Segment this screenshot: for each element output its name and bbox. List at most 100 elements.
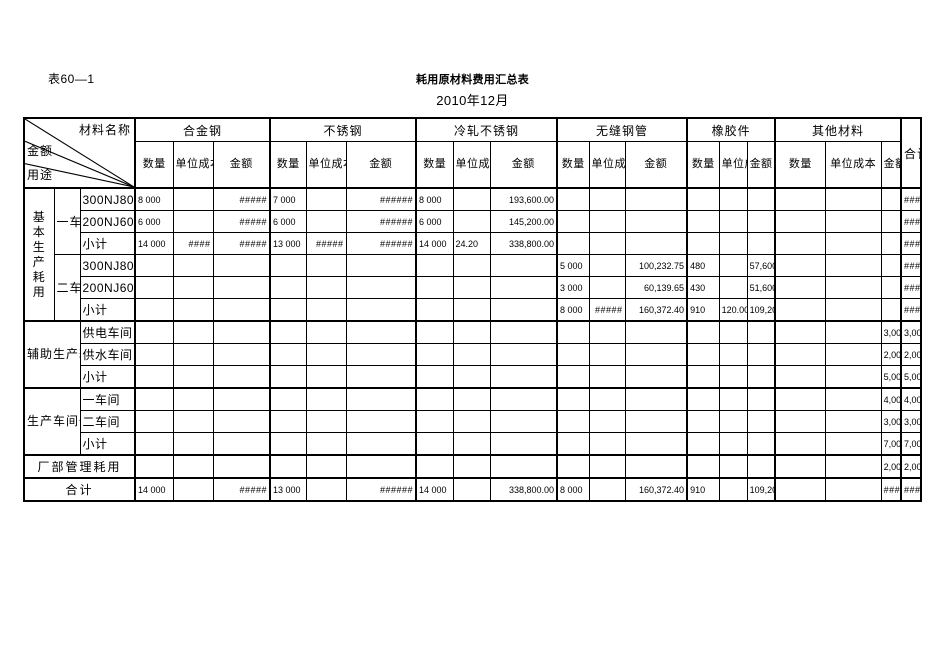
table-cell [824, 387, 882, 411]
table-cell [134, 410, 174, 433]
table-cell: ##### [900, 298, 922, 322]
table-cell: 8 000 [556, 477, 590, 502]
table-cell [269, 276, 307, 299]
table-cell [134, 365, 174, 389]
table-cell [746, 454, 776, 479]
table-cell: 5,000 [880, 365, 902, 389]
table-cell [824, 454, 882, 479]
table-cell [624, 187, 688, 211]
table-cell: ##### [212, 477, 271, 502]
table-cell [774, 187, 826, 211]
table-cell [172, 210, 214, 233]
table-cell [588, 187, 626, 211]
table-cell [718, 477, 748, 502]
table-cell: 3,000.00 [900, 410, 922, 433]
table-row: 二车间 300NJ80 5 000 100,232.75480 57,600.00 #… [24, 254, 922, 322]
table-cell: 2,000.00 [900, 343, 922, 366]
table-cell [489, 410, 558, 433]
table-cell [588, 254, 626, 277]
table-cell: 109,200.00 [746, 477, 776, 502]
table-cell [134, 343, 174, 366]
subheader-3-unit: 单位成本 [588, 141, 626, 189]
table-cell: 3,000.00 [900, 320, 922, 344]
table-cell [588, 387, 626, 411]
table-cell [824, 410, 882, 433]
table-cell [489, 254, 558, 277]
table-cell [305, 410, 347, 433]
table-cell [880, 254, 902, 277]
table-cell [452, 477, 491, 502]
table-cell [415, 343, 454, 366]
table-cell: ##### [900, 477, 922, 502]
table-cell [489, 343, 558, 366]
table-cell [415, 432, 454, 456]
column-group-header-4: 橡胶件 [686, 117, 776, 142]
row-label-item: 200NJ60 [79, 276, 136, 299]
table-cell: 8 000 [134, 187, 174, 211]
table-cell [588, 210, 626, 233]
table-cell [880, 210, 902, 233]
table-cell: ###### [345, 210, 417, 233]
table-cell: 2,000 [880, 343, 902, 366]
table-cell [269, 254, 307, 277]
table-cell [172, 387, 214, 411]
subheader-1-amt: 金额 [345, 141, 417, 189]
table-cell [686, 454, 720, 479]
table-cell [269, 298, 307, 322]
table-cell [305, 365, 347, 389]
header-sub-row: 数量 单位成本 金额 数量 单位成本 金额 数量 单位成本 金额 数量 单位成本… [24, 141, 921, 189]
table-cell: ##### [212, 232, 271, 255]
table-cell [746, 210, 776, 233]
table-cell: ##### [212, 210, 271, 233]
table-cell: ###### [345, 232, 417, 255]
table-cell [452, 387, 491, 411]
table-cell [269, 410, 307, 433]
table-cell: 51,600.00 [746, 276, 776, 299]
corner-usage-label: 用途 [27, 168, 54, 182]
table-cell [172, 432, 214, 456]
table-cell [746, 432, 776, 456]
table-cell [556, 210, 590, 233]
table-cell: 3,000 [880, 410, 902, 433]
table-cell [624, 365, 688, 389]
table-cell [489, 387, 558, 411]
subheader-5-qty: 数量 [774, 141, 826, 189]
table-cell: 7,000.00 [900, 432, 922, 456]
table-cell [134, 432, 174, 456]
column-group-header-2: 冷轧不锈钢 [415, 117, 558, 142]
table-cell [718, 454, 748, 479]
subheader-2-unit: 单位成本 [452, 141, 491, 189]
table-cell [718, 320, 748, 344]
table-cell [718, 387, 748, 411]
subheader-4-qty: 数量 [686, 141, 720, 189]
table-cell: 120.00 [718, 298, 748, 322]
table-cell [345, 432, 417, 456]
subheader-4-amt: 金额 [746, 141, 776, 189]
table-cell [746, 320, 776, 344]
table-cell [345, 276, 417, 299]
table-cell: 2,000 [880, 454, 902, 479]
table-cell [718, 187, 748, 211]
table-cell: 14 000 [415, 477, 454, 502]
table-cell: ##### [900, 187, 922, 211]
table-cell [489, 276, 558, 299]
table-cell: 193,600.00 [489, 187, 558, 211]
table-cell [686, 232, 720, 255]
table-cell [824, 432, 882, 456]
table-cell [774, 343, 826, 366]
table-cell [556, 432, 590, 456]
table-cell: 24.20 [452, 232, 491, 255]
table-cell [452, 365, 491, 389]
table-cell [212, 410, 271, 433]
table-cell [746, 343, 776, 366]
row-label-general-workshop: 生产车间一般耗用 [23, 387, 81, 456]
table-cell [774, 432, 826, 456]
table-cell: 4,000.00 [900, 387, 922, 411]
table-cell [556, 320, 590, 344]
table-cell [624, 232, 688, 255]
table-cell [880, 276, 902, 299]
table-cell [172, 187, 214, 211]
subheader-4-unit: 单位成本 [718, 141, 748, 189]
table-cell: 145,200.00 [489, 210, 558, 233]
table-row: 基本生产耗用 一车间 300NJ80 8 000#####7 000######… [23, 187, 922, 322]
